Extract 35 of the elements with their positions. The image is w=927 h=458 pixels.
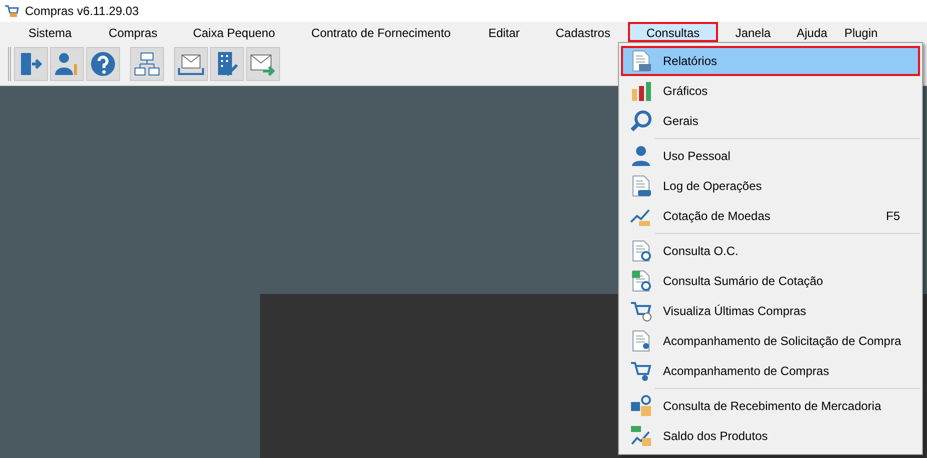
bar-chart-icon [629, 79, 653, 103]
menu-option[interactable]: Log de Operações [621, 171, 920, 201]
menu-option[interactable]: Uso Pessoal [621, 141, 920, 171]
search-icon [629, 109, 653, 133]
menu-item[interactable]: Ajuda [788, 22, 836, 42]
menu-option[interactable]: Consulta de Recebimento de Mercadoria [621, 391, 920, 421]
menu-option[interactable]: Acompanhamento de Solicitação de Compra [621, 326, 920, 356]
percent-document-icon [629, 269, 653, 293]
menu-option[interactable]: Consulta O.C. [621, 236, 920, 266]
menu-item[interactable]: Sistema [10, 22, 90, 42]
building-pencil-icon[interactable] [210, 46, 244, 80]
menu-item[interactable]: Janela [718, 22, 788, 42]
help-icon[interactable] [86, 46, 120, 80]
menu-option[interactable]: Gerais [621, 106, 920, 136]
menu-option[interactable]: Gráficos [621, 76, 920, 106]
window-title: Compras v6.11.29.03 [25, 3, 139, 20]
menu-option[interactable]: Consulta Sumário de Cotação [621, 266, 920, 296]
menu-item[interactable]: Compras [90, 22, 176, 42]
envelope-tray-icon[interactable] [174, 46, 208, 80]
exit-door-icon[interactable] [14, 46, 48, 80]
organization-chart-icon[interactable] [130, 46, 164, 80]
menu-option[interactable]: Saldo dos Produtos [621, 421, 920, 451]
menu-option[interactable]: Relatórios [621, 46, 920, 76]
menu-item[interactable]: Cadastros [538, 22, 628, 42]
menu-option[interactable]: Visualiza Últimas Compras [621, 296, 920, 326]
cart-icon [4, 4, 19, 18]
menu-item[interactable]: Contrato de Fornecimento [292, 22, 470, 42]
menu-item[interactable]: Consultas [628, 22, 718, 42]
stock-chart-icon [629, 424, 653, 448]
menu-item[interactable]: Caixa Pequeno [176, 22, 292, 42]
menu-item[interactable]: Editar [470, 22, 538, 42]
menu-option[interactable]: Acompanhamento de Compras [621, 356, 920, 386]
person-icon [629, 144, 653, 168]
menu-option[interactable]: Cotação de Moedas F5 [621, 201, 920, 231]
menu-item[interactable]: Plugin [836, 22, 886, 42]
